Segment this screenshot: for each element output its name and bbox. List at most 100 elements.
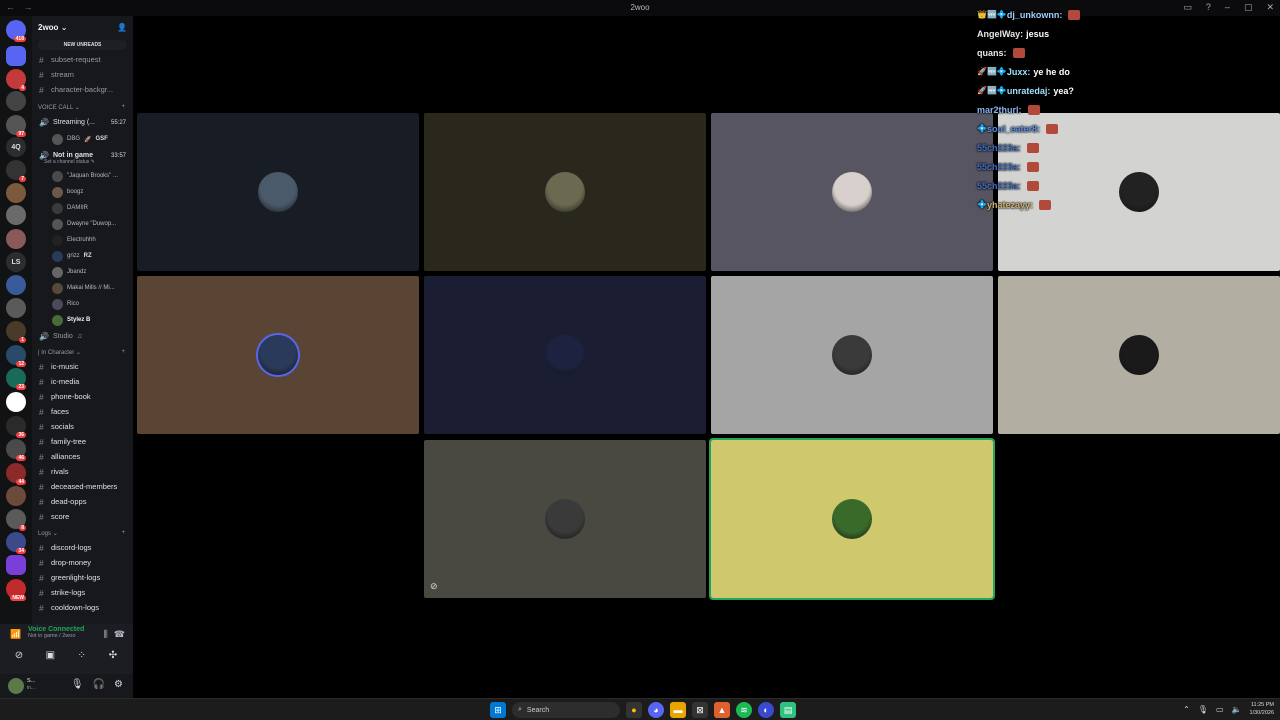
chevron-up-icon[interactable]: ⌃ [1183,705,1190,714]
video-tile[interactable] [424,113,706,271]
video-tile[interactable] [137,113,419,271]
server-header[interactable]: 2woo ⌄ 👤 [32,16,133,38]
voice-member[interactable]: Electruhhh [32,232,133,248]
video-tile[interactable] [137,276,419,434]
file-explorer-app[interactable]: ▬ [670,702,686,718]
new-unreads-pill[interactable]: NEW UNREADS [38,40,127,50]
channel-item[interactable]: # ic-music [32,359,133,374]
headphones-icon[interactable]: 🎧 [93,679,105,690]
spotify-app[interactable]: ≋ [736,702,752,718]
server-icon[interactable] [6,183,26,203]
channel-item[interactable]: # family-tree [32,434,133,449]
category-voice-call[interactable]: VOICE CALL ⌄ + [32,100,133,114]
screen-share-button[interactable]: ▣ [37,646,64,664]
server-icon[interactable]: 23 [6,368,26,390]
taskbar-search[interactable]: ⌕ Search [512,702,620,718]
voice-member[interactable]: Jbandz [32,264,133,280]
channel-item[interactable]: # rivals [32,464,133,479]
close-button[interactable]: ✕ [1266,2,1274,13]
server-icon[interactable]: 7 [6,160,26,182]
channel-item[interactable]: # phone-book [32,389,133,404]
video-tile[interactable] [709,438,995,600]
server-icon[interactable]: 4 [6,69,26,91]
video-tile[interactable] [711,276,993,434]
voice-member[interactable]: Rico [32,296,133,312]
channel-item[interactable]: # socials [32,419,133,434]
add-channel-icon[interactable]: + [121,530,125,536]
voice-member[interactable]: Stylez B [32,312,133,328]
microphone-tray-icon[interactable]: 🎙 [1198,705,1208,714]
volume-icon[interactable]: 🔈 [1232,705,1242,714]
server-icon[interactable] [6,298,26,318]
voice-member[interactable]: Dwayne "Duwop... [32,216,133,232]
channel-subset-request[interactable]: # subset-request [32,52,133,67]
server-icon[interactable] [6,205,26,225]
server-icon[interactable] [6,91,26,111]
voice-member[interactable]: grizz RZ [32,248,133,264]
category-logs[interactable]: Logs ⌄ + [32,526,133,540]
camera-off-button[interactable]: ⊘ [6,646,32,664]
home-button[interactable]: 418 [6,20,26,42]
server-icon[interactable]: 36 [6,416,26,438]
server-icon[interactable]: 1 [6,321,26,343]
gear-icon[interactable]: ⚙ [114,679,123,690]
channel-item[interactable]: # greenlight-logs [32,570,133,585]
noise-suppression-icon[interactable]: ⫼ [104,629,108,640]
voice-member[interactable]: DBG 🚀 GSF [32,131,133,147]
video-tile[interactable] [998,276,1280,434]
activities-button[interactable]: ⁘ [68,646,95,664]
voice-channel-studio[interactable]: 🔊 Studio ♫ [32,328,133,345]
app-icon[interactable]: ◐ [758,702,774,718]
voice-member[interactable]: Makai Mills // Mi... [32,280,133,296]
signal-icon[interactable]: 📶 [10,629,21,640]
channel-item[interactable]: # ic-media [32,374,133,389]
maximize-button[interactable]: ▢ [1244,2,1253,13]
channel-item[interactable]: # discord-logs [32,540,133,555]
disconnect-icon[interactable]: ☎ [114,629,125,640]
video-tile[interactable] [424,276,706,434]
voice-member[interactable]: "Jaquan Brooks" ... [32,168,133,184]
server-icon[interactable]: 12 [6,345,26,367]
channel-item[interactable]: # drop-money [32,555,133,570]
server-icon[interactable] [6,275,26,295]
add-channel-icon[interactable]: + [121,104,125,110]
server-icon[interactable] [6,486,26,506]
discord-app[interactable]: ◕ [648,702,664,718]
minimize-button[interactable]: – [1225,2,1230,13]
channel-item[interactable]: # dead-opps [32,494,133,509]
channel-stream[interactable]: # stream [32,67,133,82]
video-tile[interactable]: ⊘ [424,440,706,598]
voice-member[interactable]: DAMIIR [32,200,133,216]
user-avatar[interactable] [8,678,24,694]
microphone-icon[interactable]: 🎙 [71,679,84,690]
channel-item[interactable]: # deceased-members [32,479,133,494]
channel-item[interactable]: # strike-logs [32,585,133,600]
category-in-character[interactable]: | In Character ⌄ + [32,345,133,359]
server-icon[interactable] [6,229,26,249]
server-icon[interactable] [6,46,26,66]
voice-channel-streaming[interactable]: 🔊 Streaming (... 55:27 [32,114,133,131]
user-name[interactable]: S... [27,678,47,684]
app-icon[interactable]: ⊠ [692,702,708,718]
channel-character-backgr[interactable]: # character-backgr... [32,82,133,97]
help-icon[interactable]: ? [1206,2,1211,13]
server-icon[interactable] [6,555,26,575]
server-icon[interactable]: 4Q [6,137,26,157]
add-member-icon[interactable]: 👤 [117,23,127,32]
video-tile[interactable] [711,113,993,271]
app-icon[interactable]: ▤ [780,702,796,718]
voice-member[interactable]: boogz [32,184,133,200]
windows-start-button[interactable]: ⊞ [490,702,506,718]
channel-item[interactable]: # alliances [32,449,133,464]
channel-status[interactable]: Set a channel status ✎ [44,159,133,168]
server-icon[interactable] [6,392,26,412]
app-icon[interactable]: ▲ [714,702,730,718]
server-icon[interactable]: 44 [6,463,26,485]
chrome-app[interactable]: ● [626,702,642,718]
inbox-icon[interactable]: ▭ [1183,2,1192,13]
server-icon[interactable]: 34 [6,532,26,554]
channel-item[interactable]: # cooldown-logs [32,600,133,615]
network-icon[interactable]: ▭ [1216,705,1224,714]
system-clock[interactable]: 11:25 PM 1/30/2026 [1250,701,1274,717]
server-icon[interactable]: 8 [6,509,26,531]
